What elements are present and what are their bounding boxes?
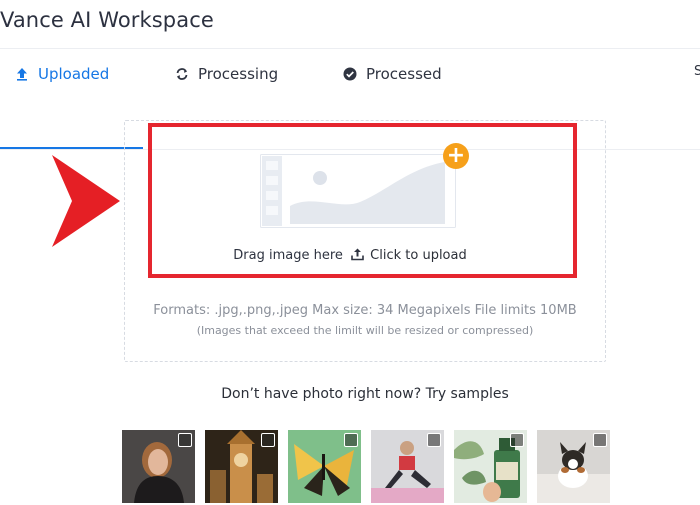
- refresh-icon: [174, 66, 190, 82]
- image-placeholder-icon[interactable]: [260, 154, 456, 228]
- tab-processed[interactable]: Processed: [342, 50, 442, 98]
- upload-tray-icon[interactable]: [351, 248, 364, 265]
- title-divider: [0, 48, 700, 49]
- sample-fitness[interactable]: [371, 430, 444, 503]
- formats-text: Formats: .jpg,.png,.jpeg Max size: 34 Me…: [153, 303, 577, 318]
- sample-butterfly[interactable]: [288, 430, 361, 503]
- app-title: Vance AI Workspace: [0, 8, 214, 32]
- formats-note: (Images that exceed the limilt will be r…: [196, 324, 534, 337]
- tab-processing[interactable]: Processing: [174, 50, 278, 98]
- sample-checkbox[interactable]: [178, 433, 192, 447]
- upload-instructions: Drag image here Click to upload: [0, 248, 700, 265]
- sample-checkbox[interactable]: [261, 433, 275, 447]
- sample-checkbox[interactable]: [510, 433, 524, 447]
- tab-processing-label: Processing: [198, 65, 279, 83]
- upload-arrow-icon: [14, 66, 30, 82]
- sample-skincare-bottle[interactable]: [454, 430, 527, 503]
- drag-text: Drag image here: [233, 248, 343, 263]
- check-circle-icon: [342, 66, 358, 82]
- click-to-upload-link[interactable]: Click to upload: [370, 248, 467, 263]
- sample-checkbox[interactable]: [593, 433, 607, 447]
- tab-processed-label: Processed: [366, 65, 442, 83]
- sample-checkbox[interactable]: [344, 433, 358, 447]
- pointer-arrow-icon: [52, 155, 120, 247]
- sample-dog-in-snow[interactable]: [537, 430, 610, 503]
- tab-uploaded-label: Uploaded: [38, 65, 110, 83]
- sample-portrait[interactable]: [122, 430, 195, 503]
- tab-bar: Uploaded Processing Processed: [0, 50, 700, 150]
- sample-checkbox[interactable]: [427, 433, 441, 447]
- tab-overflow-label[interactable]: S: [694, 64, 700, 79]
- sample-clock-tower[interactable]: [205, 430, 278, 503]
- add-plus-icon[interactable]: +: [443, 143, 469, 169]
- samples-title: Don’t have photo right now? Try samples: [221, 386, 509, 402]
- tab-uploaded[interactable]: Uploaded: [14, 50, 109, 98]
